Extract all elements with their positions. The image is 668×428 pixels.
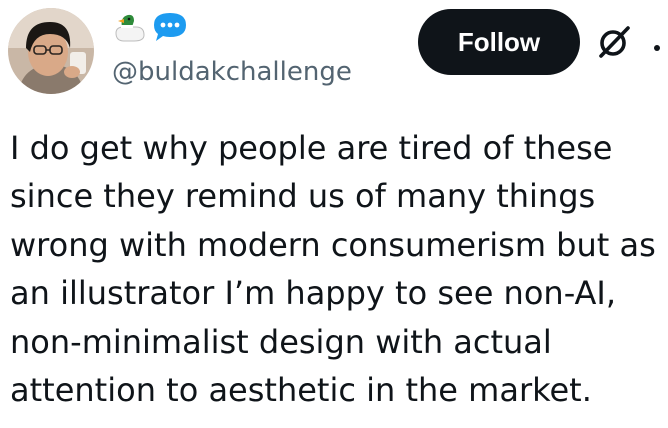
display-name-badges: [112, 12, 190, 46]
speech-bubble-icon: [150, 11, 190, 47]
grok-icon[interactable]: [594, 22, 634, 62]
tweet-text: I do get why people are tired of these s…: [10, 129, 656, 410]
author-handle[interactable]: @buldakchallenge: [112, 56, 352, 88]
follow-button[interactable]: Follow: [418, 9, 580, 75]
more-icon[interactable]: [652, 38, 662, 51]
duck-emoji-icon: [112, 11, 146, 47]
avatar[interactable]: [8, 8, 94, 94]
